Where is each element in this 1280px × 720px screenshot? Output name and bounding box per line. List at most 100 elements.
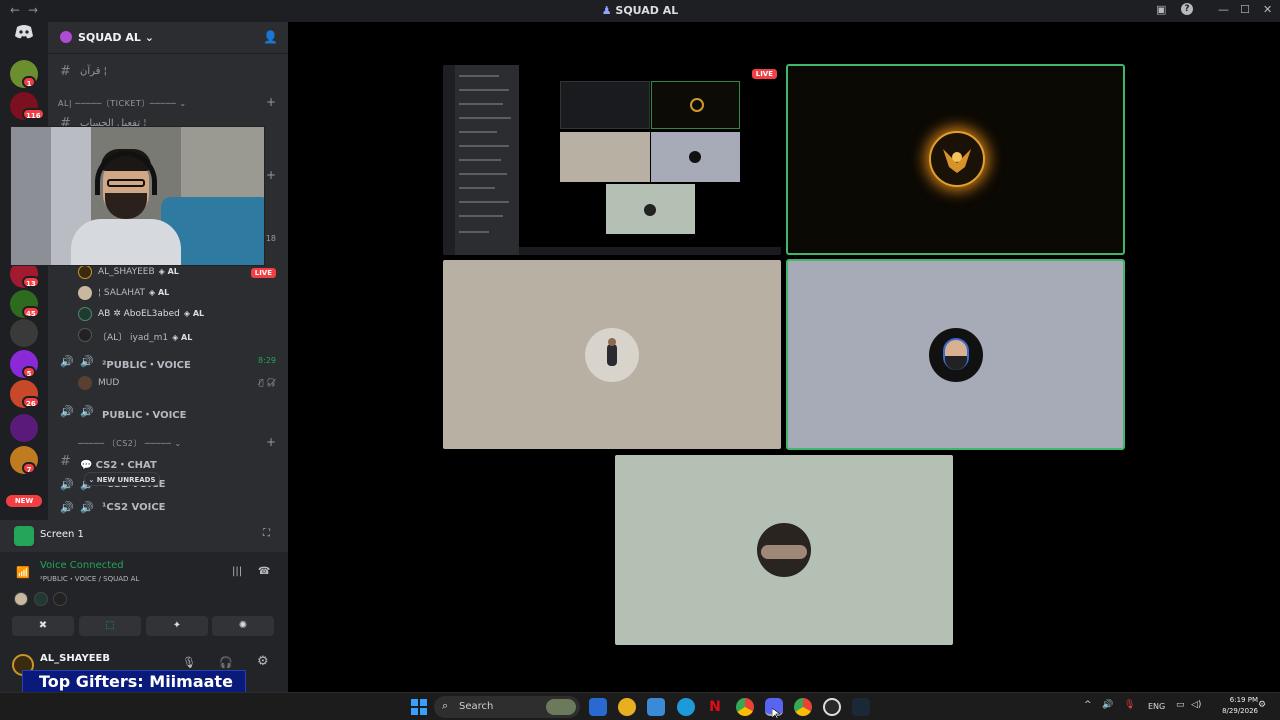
voice-channel-label[interactable]: ²PUBLIC・VOICE / SQUAD AL bbox=[40, 574, 139, 584]
user-name: ¦ SALAHAT bbox=[98, 288, 146, 298]
voice-channel-public[interactable]: 🔊 🔊 PUBLIC・VOICE bbox=[48, 402, 288, 422]
noise-suppression-icon[interactable]: ||| bbox=[232, 566, 242, 577]
soundboard-button[interactable]: ✺ bbox=[212, 616, 274, 636]
app-icon[interactable] bbox=[618, 698, 636, 716]
avatar bbox=[78, 286, 92, 300]
headphone-icon[interactable]: 🎧 bbox=[219, 656, 233, 669]
inbox-icon[interactable]: ▣ bbox=[1156, 3, 1166, 16]
title-bar: ← → ♟ SQUAD AL ▣ ? — ☐ ✕ bbox=[0, 0, 1280, 22]
cs2-category[interactable]: ───── 〔CS2〕 ───── ⌄ bbox=[78, 438, 182, 449]
mention-badge: 13 bbox=[22, 276, 40, 288]
avatar bbox=[78, 265, 92, 279]
stop-stream-icon[interactable]: ⛶ bbox=[263, 528, 270, 539]
logo-tile[interactable] bbox=[786, 64, 1125, 255]
close-button[interactable]: ✕ bbox=[1263, 3, 1272, 16]
discord-icon[interactable] bbox=[10, 24, 38, 48]
hash-icon: # bbox=[60, 64, 71, 79]
nested-user-tile bbox=[651, 132, 740, 182]
add-channel-button[interactable]: + bbox=[266, 168, 276, 182]
volume-icon[interactable]: 🔊 bbox=[1102, 700, 1113, 710]
nested-user-tile bbox=[606, 184, 695, 234]
settings-icon[interactable]: ⚙ bbox=[257, 654, 269, 669]
stream-tile[interactable]: LIVE bbox=[443, 65, 781, 255]
windows-start-icon[interactable] bbox=[410, 698, 428, 716]
voice-connected-label[interactable]: Voice Connected bbox=[40, 560, 124, 571]
add-channel-button[interactable]: + bbox=[266, 95, 276, 109]
new-unreads-button[interactable]: ⌄ NEW UNREADS bbox=[84, 472, 160, 486]
server-icon[interactable] bbox=[10, 319, 38, 347]
microphone-icon[interactable]: 🎙 bbox=[1124, 700, 1135, 710]
screen-share-button[interactable]: ⬚ bbox=[79, 616, 141, 636]
channel-quran[interactable]: # قرآن ¦ bbox=[48, 62, 288, 82]
user-name: MUD bbox=[98, 378, 120, 388]
channel-label: ²PUBLIC・VOICE bbox=[102, 360, 191, 371]
hash-icon: # bbox=[60, 454, 71, 469]
task-view-icon[interactable] bbox=[589, 698, 607, 716]
network-icon[interactable]: ▭ bbox=[1176, 700, 1185, 710]
user-tile[interactable] bbox=[786, 259, 1125, 450]
add-channel-button[interactable]: + bbox=[266, 435, 276, 449]
speaker-icon: 🔊 bbox=[60, 405, 74, 418]
voice-channel-cs2-1[interactable]: 🔊 🔊 ¹CS2 VOICE bbox=[48, 498, 288, 518]
connected-voice-icon: 🔊 bbox=[60, 355, 74, 368]
user-avatar bbox=[929, 328, 983, 382]
chrome-icon[interactable] bbox=[736, 698, 754, 716]
minimize-button[interactable]: — bbox=[1218, 3, 1229, 16]
channel-label: PUBLIC・VOICE bbox=[102, 410, 187, 421]
activities-button[interactable]: ✦ bbox=[146, 616, 208, 636]
speaker-icon[interactable]: ◁) bbox=[1191, 700, 1201, 710]
clock[interactable]: 6:19 PM 8/29/2026 bbox=[1208, 695, 1258, 717]
window-title: ♟ SQUAD AL bbox=[601, 4, 679, 17]
channel-label: ¹CS2 VOICE bbox=[102, 502, 166, 513]
language-indicator[interactable]: ENG bbox=[1148, 702, 1165, 711]
channel-sidebar: SQUAD AL ⌄ 👤 # قرآن ¦ AL| ─────〔TICKET〕─… bbox=[48, 22, 288, 520]
user-limit: 18 bbox=[265, 234, 276, 243]
app-icon[interactable] bbox=[823, 698, 841, 716]
user-avatar bbox=[757, 523, 811, 577]
search-label: Search bbox=[459, 701, 494, 712]
camera-off-button[interactable]: ✖ bbox=[12, 616, 74, 636]
avatar bbox=[53, 592, 67, 606]
ticket-category[interactable]: AL| ─────〔TICKET〕───── ⌄ bbox=[58, 98, 187, 109]
channel-label: CS2・CHAT bbox=[95, 460, 157, 471]
tray-overflow-icon[interactable]: ^ bbox=[1084, 700, 1092, 710]
channel-cs2-chat[interactable]: # 💬 CS2・CHAT bbox=[48, 452, 288, 472]
disconnect-icon[interactable]: ☎ bbox=[258, 566, 270, 577]
help-icon[interactable]: ? bbox=[1181, 3, 1193, 15]
webcam-overlay bbox=[10, 126, 265, 266]
maximize-button[interactable]: ☐ bbox=[1240, 3, 1250, 16]
nested-sidebar bbox=[443, 65, 519, 255]
mic-icon[interactable]: 🎙 bbox=[182, 656, 196, 669]
live-badge: LIVE bbox=[250, 268, 276, 278]
username[interactable]: AL_SHAYEEB bbox=[40, 653, 110, 664]
search-box[interactable]: ⌕ Search bbox=[434, 696, 580, 718]
voice-panel: Screen 1 ⛶ 📶 Voice Connected ²PUBLIC・VOI… bbox=[0, 520, 288, 692]
screen-share-icon bbox=[14, 526, 34, 546]
edge-icon[interactable] bbox=[677, 698, 695, 716]
server-header[interactable]: SQUAD AL ⌄ 👤 bbox=[48, 22, 288, 54]
mention-badge: 116 bbox=[22, 108, 45, 120]
user-tile[interactable] bbox=[615, 455, 953, 645]
server-icon[interactable] bbox=[10, 414, 38, 442]
server-name: SQUAD AL ⌄ bbox=[78, 31, 154, 44]
notification-icon[interactable]: ⚙ bbox=[1258, 700, 1266, 710]
new-badge[interactable]: NEW bbox=[6, 495, 42, 507]
steam-icon[interactable] bbox=[852, 698, 870, 716]
search-icon: ⌕ bbox=[442, 699, 449, 712]
taskbar: ⌕ Search N ^ 🔊 🎙 ENG ▭ ◁) 6:19 PM 8/29/2… bbox=[0, 692, 1280, 720]
netflix-icon[interactable]: N bbox=[706, 698, 724, 716]
channel-timer: 8:29 bbox=[258, 356, 276, 365]
top-gifters-banner: Top Gifters: Miimaate bbox=[22, 670, 246, 694]
screen-share-bar[interactable]: Screen 1 ⛶ bbox=[0, 520, 288, 552]
chrome-profile-icon[interactable] bbox=[794, 698, 812, 716]
store-icon[interactable] bbox=[647, 698, 665, 716]
nested-user-tile bbox=[560, 132, 650, 182]
clock-time: 6:19 PM bbox=[1229, 696, 1258, 704]
user-avatar bbox=[585, 328, 639, 382]
voice-channel-public-2[interactable]: 🔊 🔊 ²PUBLIC・VOICE 8:29 bbox=[48, 352, 288, 372]
screen-label: Screen 1 bbox=[40, 529, 84, 540]
user-tile[interactable] bbox=[443, 260, 781, 449]
mention-badge: 7 bbox=[22, 462, 36, 474]
live-badge: LIVE bbox=[751, 69, 777, 79]
person-add-icon[interactable]: 👤 bbox=[263, 30, 278, 44]
